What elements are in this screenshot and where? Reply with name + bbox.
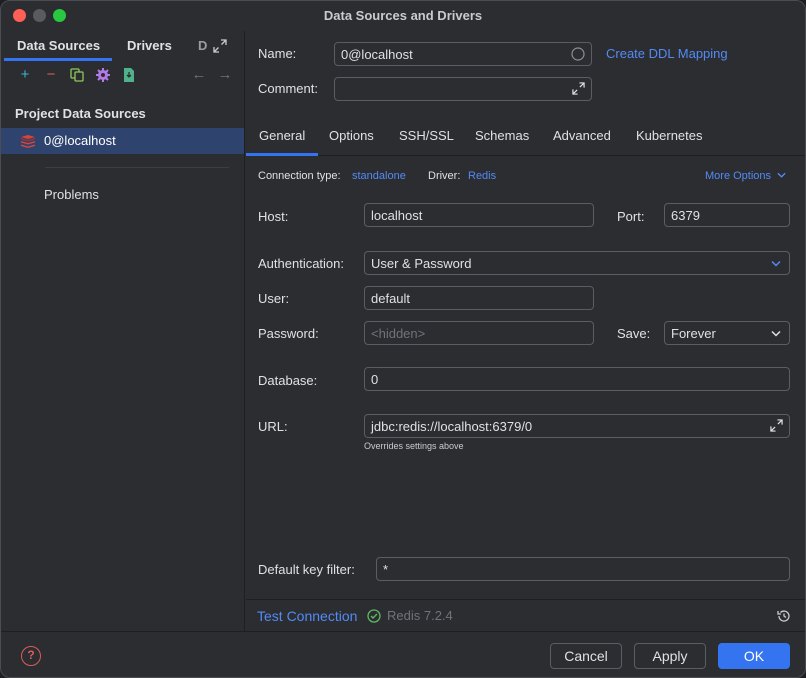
add-icon[interactable]: +: [17, 67, 33, 83]
data-source-label: 0@localhost: [44, 133, 116, 148]
tab-overflow[interactable]: D: [198, 38, 207, 53]
sidebar: Data Sources Drivers D + − ← → Project D…: [1, 31, 245, 631]
user-field[interactable]: default: [364, 286, 594, 310]
chevron-down-icon: [771, 260, 781, 267]
cancel-button[interactable]: Cancel: [550, 643, 622, 669]
success-check-icon: [367, 609, 381, 623]
history-icon[interactable]: [776, 608, 792, 624]
expand-icon[interactable]: [213, 39, 227, 53]
expand-field-icon[interactable]: [572, 82, 585, 95]
name-label: Name:: [258, 46, 297, 61]
url-field[interactable]: jdbc:redis://localhost:6379/0: [364, 414, 790, 438]
default-key-filter-field[interactable]: *: [376, 557, 790, 581]
tab-drivers[interactable]: Drivers: [127, 38, 172, 53]
settings-icon[interactable]: [95, 67, 111, 83]
url-hint: Overrides settings above: [364, 441, 464, 451]
title-bar: Data Sources and Drivers: [1, 1, 805, 31]
problems-item[interactable]: Problems: [44, 187, 99, 202]
back-icon[interactable]: ←: [191, 67, 207, 83]
url-value: jdbc:redis://localhost:6379/0: [371, 419, 533, 434]
url-label: URL:: [258, 419, 288, 434]
name-field[interactable]: 0@localhost: [334, 42, 592, 66]
chevron-down-icon: [771, 330, 781, 337]
help-button[interactable]: ?: [21, 646, 41, 666]
more-options-label: More Options: [705, 170, 772, 182]
project-data-sources-heading: Project Data Sources: [15, 106, 146, 121]
tab-schemas[interactable]: Schemas: [475, 128, 529, 143]
details-panel: Name: 0@localhost Create DDL Mapping Com…: [245, 31, 805, 631]
port-field[interactable]: 6379: [664, 203, 790, 227]
host-field[interactable]: localhost: [364, 203, 594, 227]
name-value: 0@localhost: [341, 47, 413, 62]
data-sources-dialog: Data Sources and Drivers Data Sources Dr…: [0, 0, 806, 678]
remove-icon[interactable]: −: [43, 67, 59, 83]
redis-icon: [21, 135, 35, 148]
more-options-link[interactable]: More Options: [705, 170, 786, 182]
password-label: Password:: [258, 326, 319, 341]
save-select[interactable]: Forever: [664, 321, 790, 345]
forward-icon[interactable]: →: [217, 67, 233, 83]
color-circle-icon[interactable]: [571, 47, 585, 61]
window-title: Data Sources and Drivers: [323, 8, 483, 23]
tab-options[interactable]: Options: [329, 128, 374, 143]
sidebar-divider: [45, 167, 229, 168]
test-connection-bar: Test Connection Redis 7.2.4: [246, 599, 805, 631]
driver-link[interactable]: Redis: [468, 170, 496, 182]
default-key-filter-label: Default key filter:: [258, 562, 355, 577]
apply-button[interactable]: Apply: [634, 643, 706, 669]
test-connection-link[interactable]: Test Connection: [257, 608, 357, 624]
authentication-label: Authentication:: [258, 256, 345, 271]
chevron-down-icon: [777, 172, 786, 178]
settings-tabs: General Options SSH/SSL Schemas Advanced…: [245, 124, 805, 156]
tab-data-sources[interactable]: Data Sources: [3, 38, 113, 61]
database-label: Database:: [258, 373, 318, 388]
authentication-select[interactable]: User & Password: [364, 251, 790, 275]
data-source-item[interactable]: 0@localhost: [1, 128, 244, 154]
import-icon[interactable]: [121, 67, 137, 83]
tab-advanced[interactable]: Advanced: [553, 128, 611, 143]
database-field[interactable]: 0: [364, 367, 790, 391]
create-ddl-mapping-link[interactable]: Create DDL Mapping: [606, 46, 728, 61]
user-label: User:: [258, 291, 290, 306]
port-label: Port:: [617, 209, 645, 224]
server-version: Redis 7.2.4: [387, 608, 453, 623]
tab-kubernetes[interactable]: Kubernetes: [636, 128, 703, 143]
comment-label: Comment:: [258, 81, 318, 96]
host-label: Host:: [258, 209, 289, 224]
ok-button[interactable]: OK: [718, 643, 790, 669]
save-label: Save:: [617, 326, 651, 341]
tab-ssh-ssl[interactable]: SSH/SSL: [399, 128, 454, 143]
authentication-value: User & Password: [371, 256, 472, 271]
comment-field[interactable]: [334, 77, 592, 101]
sidebar-tabs: Data Sources Drivers D: [1, 31, 245, 61]
password-field[interactable]: <hidden>: [364, 321, 594, 345]
sidebar-toolbar: + − ← →: [1, 67, 245, 89]
save-value: Forever: [671, 326, 716, 341]
tab-general[interactable]: General: [245, 128, 319, 156]
duplicate-icon[interactable]: [69, 67, 85, 83]
expand-field-icon[interactable]: [770, 419, 783, 432]
driver-label: Driver:: [428, 170, 461, 182]
connection-type-link[interactable]: standalone: [352, 170, 406, 182]
dialog-footer: ? Cancel Apply OK: [1, 631, 805, 677]
connection-type-label: Connection type:: [258, 170, 341, 182]
